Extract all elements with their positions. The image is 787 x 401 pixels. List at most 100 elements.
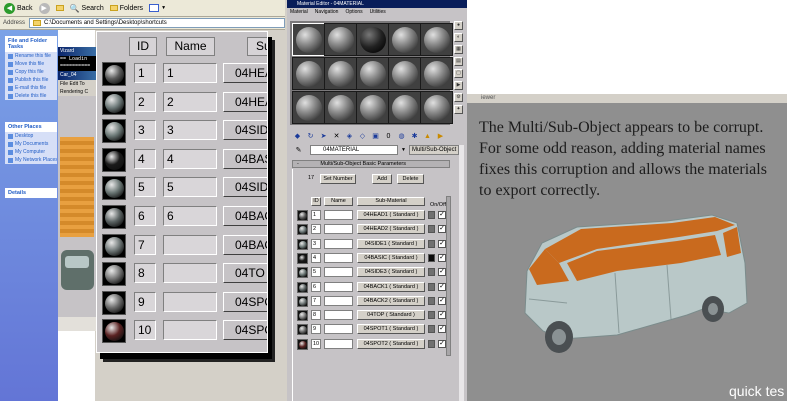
folders-button[interactable]: Folders (109, 5, 143, 12)
sub-material-button[interactable]: 04TOP ( Standard ) (357, 310, 425, 321)
delete-button[interactable]: Delete (397, 174, 424, 184)
rollout-header[interactable]: - Multi/Sub-Object Basic Parameters (292, 160, 450, 168)
material-swatch[interactable] (102, 62, 126, 86)
sub-name-field[interactable] (324, 238, 353, 249)
sub-material-button[interactable]: 04HEAD2 ( Standard ) (357, 224, 425, 235)
up-folder-button[interactable] (55, 5, 64, 11)
id-field[interactable]: 6 (134, 206, 156, 226)
material-swatch[interactable] (102, 290, 126, 315)
background-button[interactable]: ▦ (454, 45, 463, 54)
menu-rendering[interactable]: Rendering (60, 89, 83, 95)
id-field[interactable]: 7 (134, 234, 156, 255)
uv-tiling-button[interactable]: ▤ (454, 57, 463, 66)
sub-name-field[interactable] (324, 210, 353, 220)
menu-utilities[interactable]: Utilities (370, 8, 386, 17)
on-off-checkbox[interactable]: ✓ (438, 325, 446, 334)
place-item[interactable]: My Computer (5, 148, 57, 156)
on-off-checkbox[interactable]: ✓ (438, 225, 446, 234)
on-off-checkbox[interactable]: ✓ (438, 239, 446, 248)
sub-material-swatch[interactable] (297, 267, 308, 279)
sub-material-button[interactable]: 04SPO (223, 291, 267, 312)
back-button[interactable]: ◀ Back (4, 2, 33, 14)
sub-color-swatch[interactable] (428, 311, 435, 320)
on-off-checkbox[interactable]: ✓ (438, 253, 446, 262)
material-swatch[interactable] (102, 319, 126, 344)
params-scrollbar[interactable] (446, 196, 451, 356)
put-to-library-icon[interactable]: ▣ (371, 132, 380, 141)
name-field[interactable]: 6 (163, 206, 217, 226)
name-field[interactable]: 2 (163, 91, 217, 112)
sub-material-button[interactable]: 04SPOT2 ( Standard ) (357, 338, 425, 349)
chevron-down-icon[interactable]: ▼ (401, 147, 406, 153)
material-swatch[interactable] (102, 147, 126, 172)
sub-color-swatch[interactable] (428, 325, 435, 334)
file-tasks-header[interactable]: File and Folder Tasks (5, 36, 57, 52)
name-field[interactable]: 5 (163, 177, 217, 198)
make-preview-button[interactable]: ▶ (454, 81, 463, 90)
options-button[interactable]: ⚙ (454, 93, 463, 102)
on-off-checkbox[interactable]: ✓ (438, 268, 446, 277)
sub-name-field[interactable] (324, 252, 353, 263)
on-off-checkbox[interactable]: ✓ (438, 339, 446, 348)
name-field[interactable] (163, 234, 217, 255)
place-item[interactable]: My Documents (5, 140, 57, 148)
address-input[interactable]: C:\Documents and Settings\Desktop\shortc… (29, 18, 285, 28)
sub-color-swatch[interactable] (428, 282, 435, 291)
menu-edit[interactable]: Edit (69, 81, 78, 87)
sub-color-swatch[interactable] (428, 211, 435, 219)
id-field[interactable]: 5 (134, 177, 156, 198)
sub-color-swatch[interactable] (428, 296, 435, 305)
task-item[interactable]: Move this file (5, 60, 57, 68)
on-off-checkbox[interactable]: ✓ (438, 311, 446, 320)
name-field[interactable] (163, 320, 217, 341)
material-name-field[interactable]: 04MATERIAL (310, 145, 398, 155)
material-swatch[interactable] (102, 262, 126, 287)
add-button[interactable]: Add (372, 174, 392, 184)
material-effects-icon[interactable]: 0 (384, 132, 393, 141)
sub-material-swatch[interactable] (297, 324, 308, 336)
menu-navigation[interactable]: Navigation (315, 8, 339, 17)
views-button[interactable]: ▼ (149, 4, 166, 12)
column-name-header[interactable]: Name (166, 37, 215, 56)
menu-file[interactable]: File (60, 81, 68, 87)
sub-material-swatch[interactable] (297, 238, 308, 250)
sample-type-button[interactable]: ● (454, 21, 463, 30)
name-field[interactable] (163, 263, 217, 284)
task-item[interactable]: Delete this file (5, 92, 57, 100)
sub-material-swatch[interactable] (297, 210, 308, 221)
sub-material-button[interactable]: 04SPO (223, 320, 267, 341)
name-field[interactable] (163, 291, 217, 312)
sub-material-button[interactable]: 04SIDE1 ( Standard ) (357, 238, 425, 249)
material-swatch[interactable] (102, 90, 126, 115)
sub-id-field[interactable]: 9 (311, 324, 321, 335)
pick-material-icon[interactable]: ✎ (294, 146, 303, 155)
video-check-button[interactable]: ▢ (454, 69, 463, 78)
sub-id-field[interactable]: 10 (311, 338, 321, 349)
id-field[interactable]: 3 (134, 120, 156, 141)
sub-name-field[interactable] (324, 295, 353, 306)
sample-slot[interactable] (324, 91, 357, 124)
sub-material-button[interactable]: 04SIDE (223, 177, 267, 198)
go-forward-sibling-icon[interactable]: ▶ (436, 132, 445, 141)
assign-material-icon[interactable]: ➤ (319, 132, 328, 141)
make-unique-icon[interactable]: ◇ (358, 132, 367, 141)
sub-material-button[interactable]: 04HEA (223, 91, 267, 112)
backlight-button[interactable]: ◐ (454, 33, 463, 42)
task-item[interactable]: E-mail this file (5, 84, 57, 92)
name-field[interactable]: 3 (163, 120, 217, 141)
id-field[interactable]: 10 (134, 320, 156, 341)
sub-id-field[interactable]: 1 (311, 210, 321, 220)
set-number-button[interactable]: Set Number (320, 174, 356, 184)
sample-slot[interactable] (324, 23, 357, 56)
other-places-header[interactable]: Other Places (5, 122, 57, 132)
material-swatch[interactable] (102, 233, 126, 258)
column-id-header[interactable]: ID (129, 37, 157, 56)
sub-color-swatch[interactable] (428, 339, 435, 348)
sample-slot[interactable] (388, 91, 421, 124)
get-material-icon[interactable]: ◆ (293, 132, 302, 141)
menu-options[interactable]: Options (345, 8, 362, 17)
menu-tools[interactable]: To (79, 81, 84, 87)
sub-id-field[interactable]: 2 (311, 224, 321, 235)
material-swatch[interactable] (102, 119, 126, 144)
panel-scrollbar[interactable] (459, 145, 464, 401)
